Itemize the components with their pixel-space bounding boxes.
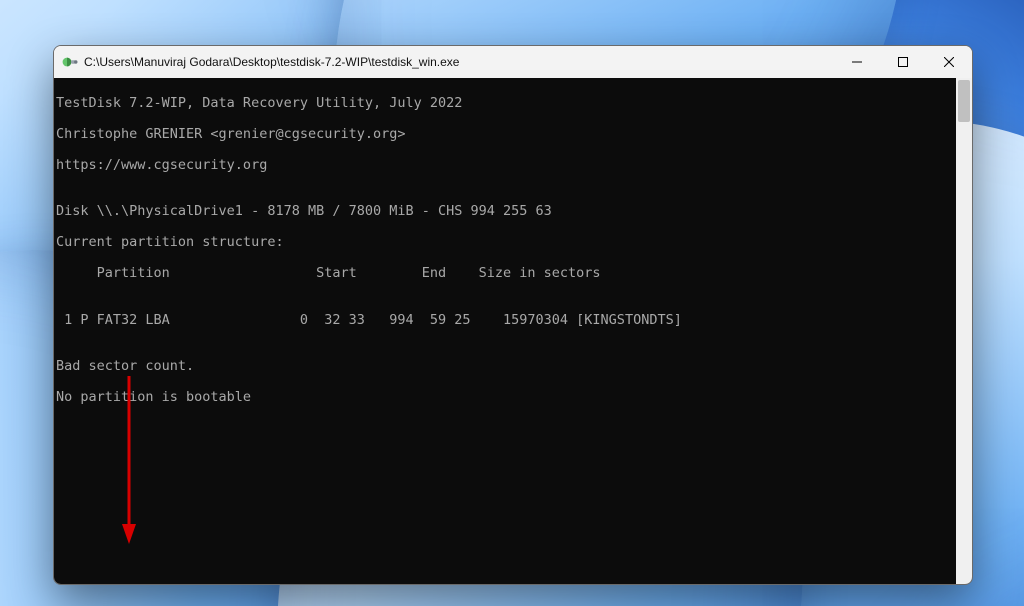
client-area: TestDisk 7.2-WIP, Data Recovery Utility,… [54,78,972,584]
minimize-button[interactable] [834,46,880,78]
term-bad-sector: Bad sector count. [56,359,956,375]
scrollbar-thumb[interactable] [958,80,970,122]
window-title: C:\Users\Manuviraj Godara\Desktop\testdi… [84,55,459,69]
term-disk-line: Disk \\.\PhysicalDrive1 - 8178 MB / 7800… [56,204,956,220]
terminal[interactable]: TestDisk 7.2-WIP, Data Recovery Utility,… [54,78,956,584]
app-icon [62,54,78,70]
term-line-author: Christophe GRENIER <grenier@cgsecurity.o… [56,127,956,143]
term-structure: Current partition structure: [56,235,956,251]
term-blank [56,421,956,437]
close-button[interactable] [926,46,972,78]
term-line-header: TestDisk 7.2-WIP, Data Recovery Utility,… [56,96,956,112]
term-no-bootable: No partition is bootable [56,390,956,406]
term-blank [56,545,956,561]
term-blank [56,514,956,530]
term-line-url: https://www.cgsecurity.org [56,158,956,174]
vertical-scrollbar[interactable] [956,78,972,584]
app-window: C:\Users\Manuviraj Godara\Desktop\testdi… [53,45,973,585]
term-partition-row: 1 P FAT32 LBA 0 32 33 994 59 25 15970304… [56,313,956,329]
maximize-button[interactable] [880,46,926,78]
title-bar[interactable]: C:\Users\Manuviraj Godara\Desktop\testdi… [54,46,972,78]
term-blank [56,452,956,468]
term-blank [56,576,956,584]
term-blank [56,483,956,499]
term-columns: Partition Start End Size in sectors [56,266,956,282]
